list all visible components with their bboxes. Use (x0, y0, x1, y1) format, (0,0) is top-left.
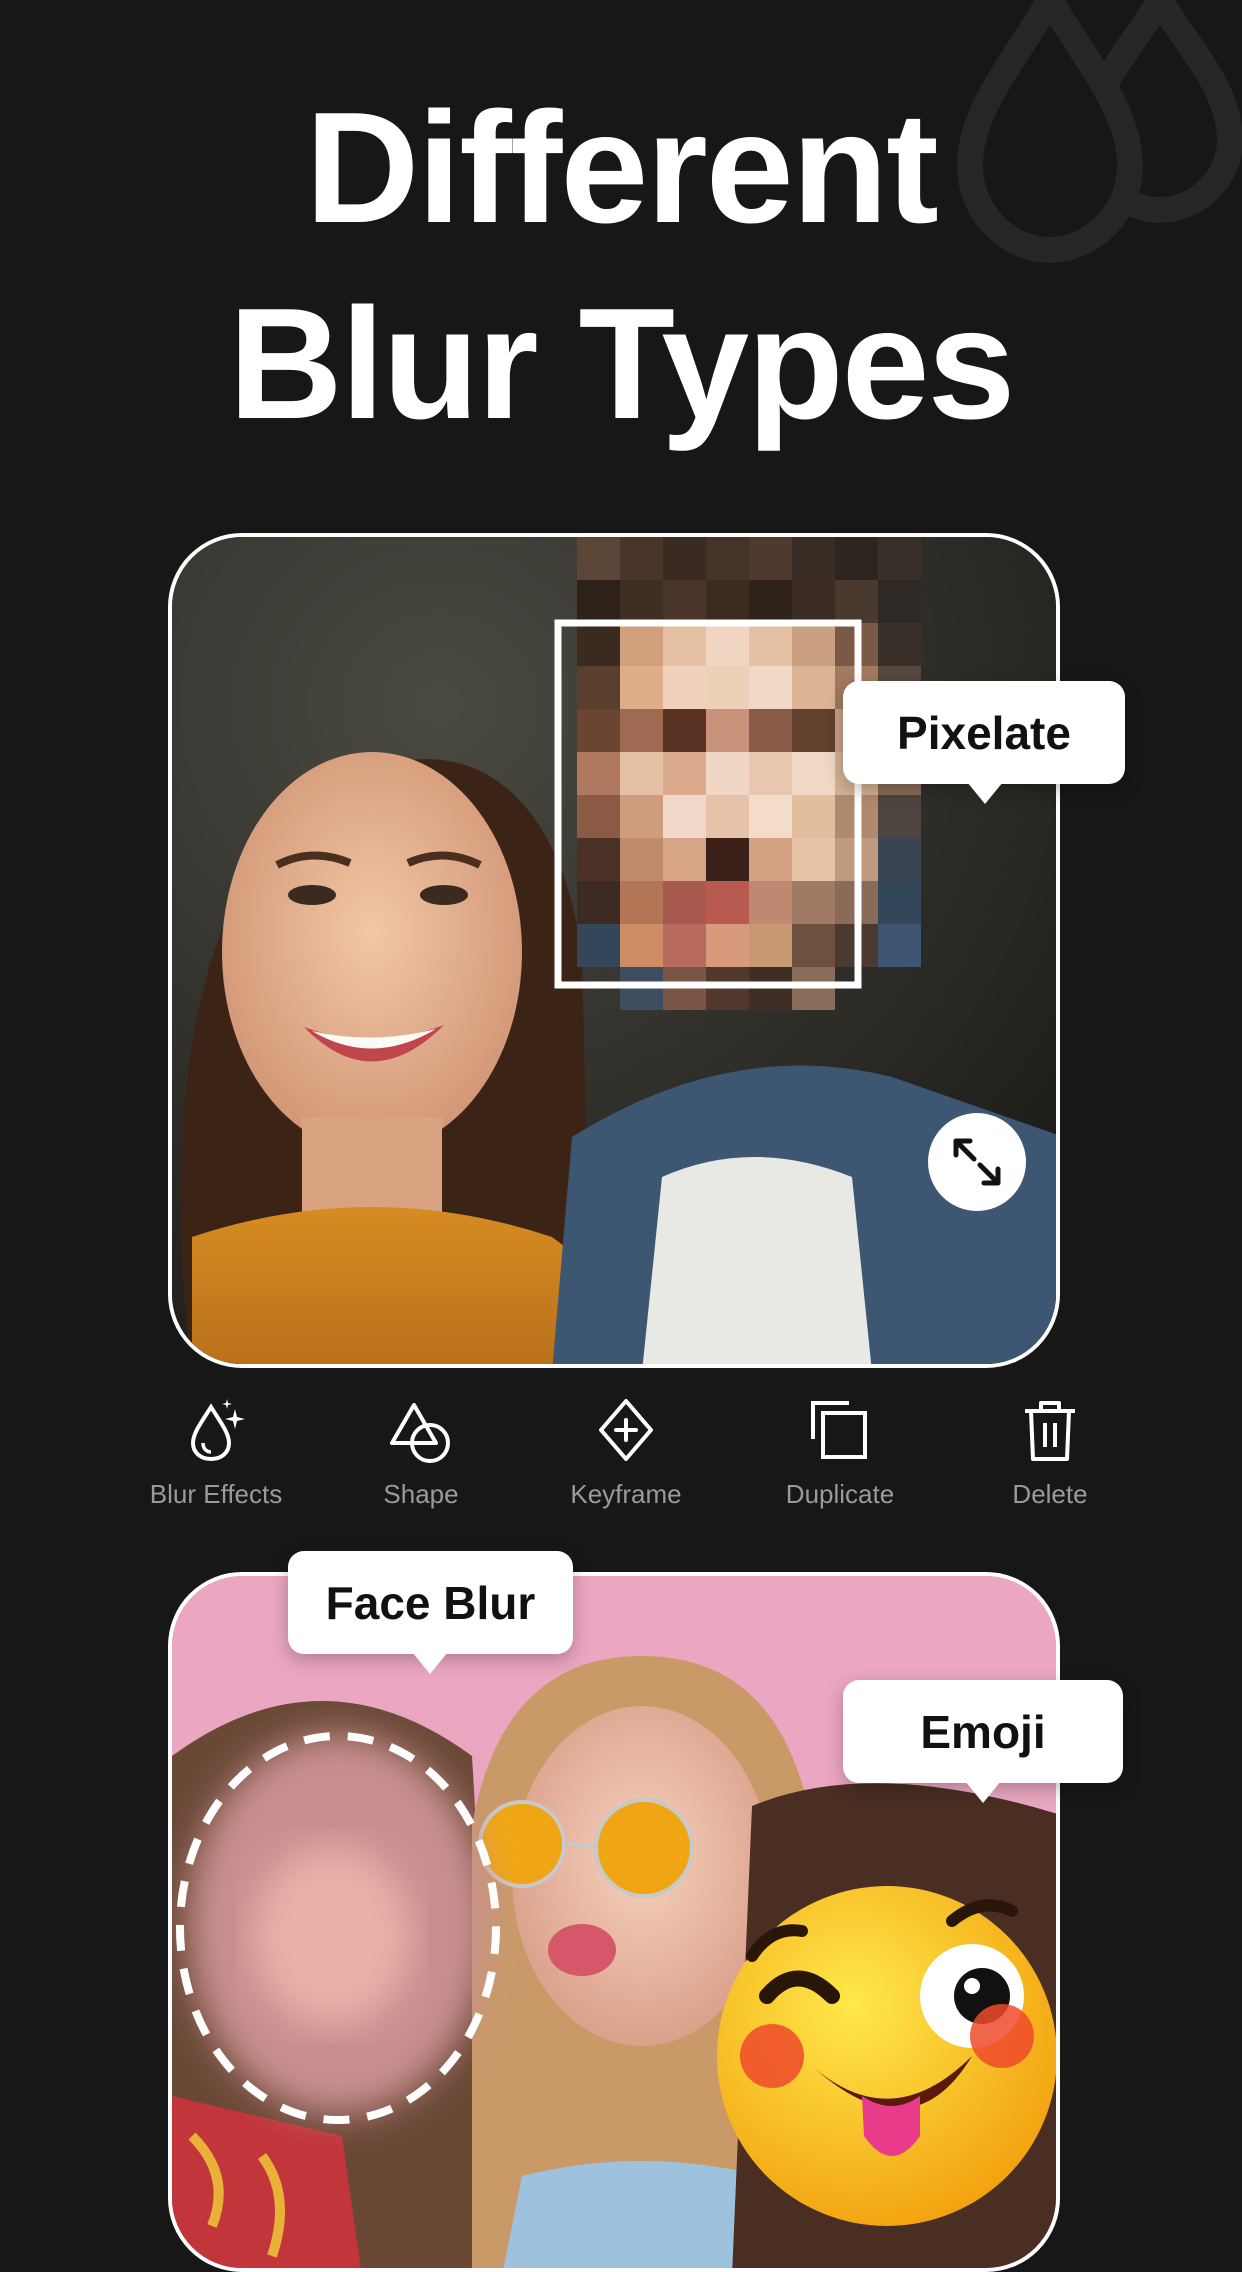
diagonal-resize-icon (953, 1138, 1001, 1186)
duplicate-button[interactable]: Duplicate (750, 1395, 930, 1510)
delete-button[interactable]: Delete (960, 1395, 1140, 1510)
pixelate-tag: Pixelate (843, 681, 1125, 804)
keyframe-button[interactable]: Keyframe (536, 1395, 716, 1510)
tool-label: Delete (1012, 1479, 1088, 1509)
shape-button[interactable]: Shape (331, 1395, 511, 1510)
headline-line-1: Different (305, 80, 939, 256)
emoji-tag: Emoji (843, 1680, 1123, 1803)
tool-label: Keyframe (570, 1479, 682, 1509)
edit-toolbar: Blur Effects Shape Keyframe Duplicate De… (126, 1395, 1126, 1535)
resize-handle[interactable] (928, 1113, 1026, 1211)
pixelate-photo (172, 537, 1056, 1364)
pixelate-preview-card (168, 533, 1060, 1368)
tool-label: Duplicate (785, 1479, 895, 1509)
tool-label: Blur Effects (149, 1479, 283, 1509)
blur-effects-button[interactable]: Blur Effects (126, 1395, 306, 1510)
trash-icon (1025, 1401, 1075, 1461)
page-headline: Different Blur Types (0, 70, 1242, 462)
duplicate-icon (811, 1401, 867, 1459)
tool-label: Shape (383, 1479, 459, 1509)
face-blur-preview-card (168, 1572, 1060, 2272)
face-blur-tag: Face Blur (288, 1551, 573, 1674)
headline-line-2: Blur Types (228, 276, 1016, 452)
blur-effects-icon (190, 1399, 245, 1462)
shape-icon (390, 1403, 450, 1463)
keyframe-icon (599, 1399, 653, 1461)
